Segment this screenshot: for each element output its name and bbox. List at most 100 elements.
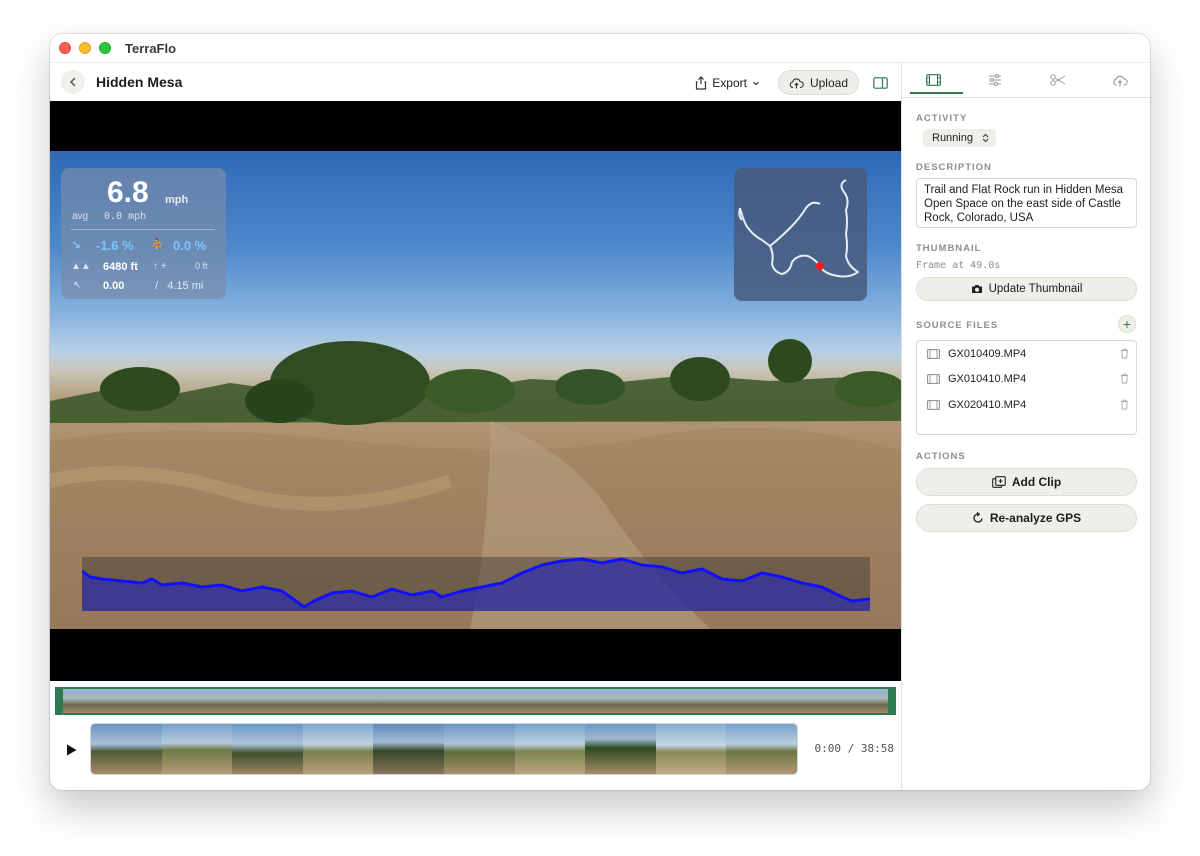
sliders-icon: [989, 74, 1002, 86]
description-field[interactable]: Trail and Flat Rock run in Hidden Mesa O…: [916, 178, 1137, 228]
sidebar-icon: [872, 76, 888, 89]
time-display: 0:00 / 38:58: [814, 742, 894, 755]
upload-button[interactable]: Upload: [777, 70, 859, 95]
tab-trim[interactable]: [1027, 63, 1089, 98]
refresh-icon: [973, 512, 983, 523]
description-label: DESCRIPTION: [916, 162, 992, 173]
grade-value: -1.6 %: [96, 238, 134, 253]
panel-divider: [71, 229, 215, 230]
activity-select[interactable]: Running: [923, 129, 996, 147]
distance-current: 0.00: [103, 280, 125, 292]
distance-row: ↖ 0.00 / 4.15 mi: [71, 280, 216, 294]
camera-icon: [971, 285, 982, 293]
thumbnail-frame[interactable]: [373, 724, 444, 774]
update-thumbnail-label: Update Thumbnail: [988, 283, 1083, 295]
thumbnail-frame[interactable]: [161, 724, 233, 774]
play-icon: [67, 744, 77, 756]
trash-icon[interactable]: [1120, 399, 1129, 410]
reanalyze-gps-label: Re-analyze GPS: [989, 511, 1082, 525]
thumbnail-frame[interactable]: [232, 724, 303, 774]
elevation-profile: [82, 557, 870, 611]
elevation-row: ▲▲ 6480 ft ↑ + 0 ft: [71, 261, 216, 275]
mountain-icon: ▲▲: [71, 261, 91, 272]
cloud-upload-icon: [1113, 75, 1128, 86]
route-icon: ↖: [73, 280, 82, 291]
thumbnail-frame[interactable]: [302, 724, 374, 774]
elevation-gain-icon: ↑ +: [153, 261, 167, 272]
film-icon: [927, 349, 940, 359]
elevation-gain-value: 0 ft: [195, 261, 208, 271]
chevron-left-icon: [69, 77, 76, 87]
film-icon: [927, 374, 940, 384]
film-icon: [927, 400, 940, 410]
avg-speed-value: 0.0 mph: [104, 211, 147, 222]
hiker-icon: ⛹: [151, 239, 165, 251]
cloud-upload-icon: [789, 77, 804, 88]
source-file-row[interactable]: GX020410.MP4: [917, 392, 1136, 418]
route-map: [734, 168, 867, 301]
source-file-row[interactable]: GX010409.MP4: [917, 341, 1136, 367]
minimize-window-button[interactable]: [79, 42, 91, 54]
distance-total-value: 4.15 mi: [167, 280, 204, 292]
telemetry-panel: 6.8 mph avg 0.0 mph ↘ -1.6 % ⛹ 0.0 % ▲▲ …: [61, 168, 226, 299]
thumbnail-label: THUMBNAIL: [916, 243, 982, 254]
inspector-tabs: [902, 63, 1150, 98]
source-files-label: SOURCE FILES: [916, 320, 999, 331]
thumbnail-frame[interactable]: [655, 724, 727, 774]
add-clip-icon: [991, 476, 1006, 488]
source-file-row[interactable]: GX010410.MP4: [917, 366, 1136, 392]
export-button[interactable]: Export: [689, 72, 766, 94]
share-icon: [696, 75, 707, 90]
video-frame[interactable]: 6.8 mph avg 0.0 mph ↘ -1.6 % ⛹ 0.0 % ▲▲ …: [50, 151, 901, 629]
app-window: TerraFlo Hidden Mesa Export Upload 6.8 m…: [50, 34, 1150, 790]
page-title: Hidden Mesa: [96, 74, 183, 90]
tab-video[interactable]: [902, 63, 964, 98]
trim-start-handle[interactable]: [55, 687, 63, 715]
upload-label: Upload: [809, 75, 848, 90]
app-title: TerraFlo: [125, 41, 177, 56]
tab-adjust[interactable]: [964, 63, 1026, 98]
activity-value: Running: [932, 132, 973, 144]
scissors-icon: [1049, 74, 1065, 86]
title-bar: TerraFlo: [50, 34, 1150, 62]
thumbnail-frame[interactable]: [585, 724, 656, 774]
thumbnail-frame[interactable]: [443, 724, 515, 774]
main-area: Hidden Mesa Export Upload 6.8 mph avg 0.…: [50, 62, 901, 790]
sidebar-toggle-button[interactable]: [871, 76, 889, 90]
speed-unit: mph: [165, 194, 189, 206]
thumbnail-frame[interactable]: [91, 724, 162, 774]
route-path: [738, 179, 859, 278]
activity-label: ACTIVITY: [916, 113, 968, 124]
tab-upload[interactable]: [1089, 63, 1150, 98]
add-clip-button[interactable]: Add Clip: [916, 468, 1137, 496]
elevation-value: 6480 ft: [103, 261, 138, 273]
trash-icon[interactable]: [1120, 373, 1129, 384]
source-file-name: GX020410.MP4: [948, 399, 1027, 411]
chevron-updown-icon: [982, 133, 989, 143]
actions-label: ACTIONS: [916, 451, 966, 462]
trim-strip[interactable]: [55, 687, 896, 715]
timeline: 0:00 / 38:58: [50, 681, 901, 790]
source-file-name: GX010409.MP4: [948, 348, 1027, 360]
play-button[interactable]: [66, 744, 77, 759]
inspector-sidebar: ACTIVITY Running DESCRIPTION Trail and F…: [901, 62, 1150, 790]
thumbnail-frame[interactable]: [514, 724, 586, 774]
trash-icon[interactable]: [1120, 348, 1129, 359]
source-files-list: GX010409.MP4 GX010410.MP4 GX020410.MP4: [916, 340, 1137, 435]
video-player[interactable]: 6.8 mph avg 0.0 mph ↘ -1.6 % ⛹ 0.0 % ▲▲ …: [50, 101, 901, 681]
export-label: Export: [712, 75, 747, 90]
speed-value: 6.8: [107, 176, 149, 209]
add-source-file-button[interactable]: +: [1118, 315, 1136, 333]
back-button[interactable]: [61, 70, 85, 94]
current-position-marker: [816, 262, 824, 270]
close-window-button[interactable]: [59, 42, 71, 54]
frame-thumbnails[interactable]: [90, 723, 798, 775]
chevron-down-icon: [753, 81, 759, 85]
elevation-chart: [82, 557, 870, 611]
trim-end-handle[interactable]: [888, 687, 896, 715]
zoom-window-button[interactable]: [99, 42, 111, 54]
thumbnail-frame[interactable]: [726, 724, 797, 774]
update-thumbnail-button[interactable]: Update Thumbnail: [916, 277, 1137, 301]
reanalyze-gps-button[interactable]: Re-analyze GPS: [916, 504, 1137, 532]
add-clip-label: Add Clip: [1011, 475, 1062, 489]
